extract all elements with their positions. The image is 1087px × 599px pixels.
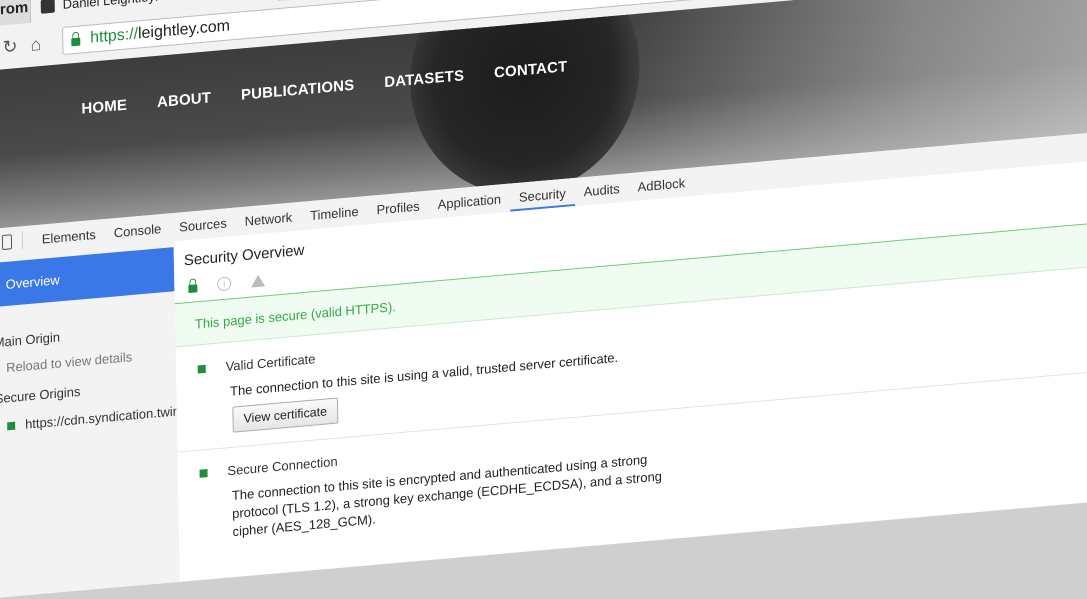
info-icon: i — [217, 276, 232, 292]
connection-title: Secure Connection — [227, 453, 338, 479]
lock-icon[interactable] — [71, 37, 81, 47]
favicon-icon — [40, 0, 55, 14]
toolbar-divider — [21, 231, 24, 250]
secure-status-icon — [197, 364, 206, 374]
main-origin-heading: Main Origin — [0, 329, 61, 351]
reload-hint: Reload to view details — [6, 349, 133, 376]
security-summary-icons: i — [188, 273, 266, 294]
screen: Chrom Daniel Leightley: Daniel Leightl ×… — [0, 0, 1087, 599]
secure-status-icon — [199, 469, 208, 478]
tab-audits[interactable]: Audits — [574, 174, 628, 206]
certificate-title: Valid Certificate — [225, 351, 316, 375]
sidebar-item-overview[interactable]: Overview — [0, 247, 175, 309]
secure-message: This page is secure (valid HTTPS). — [194, 299, 396, 332]
nav-about[interactable]: ABOUT — [157, 89, 211, 111]
url-host: leightley.com — [137, 17, 231, 43]
hero-photo — [408, 0, 642, 205]
reload-icon[interactable]: ↻ — [2, 36, 17, 58]
security-sidebar: Overview Main Origin Reload to view deta… — [0, 241, 201, 599]
sidebar-item-origin[interactable]: https://cdn.syndication.twimg.c — [7, 401, 201, 433]
url-scheme: https:// — [90, 25, 139, 47]
lock-icon — [188, 284, 198, 294]
secure-origins-heading: Secure Origins — [0, 383, 81, 407]
sidebar-item-label: Overview — [5, 271, 60, 292]
warning-icon — [251, 274, 266, 288]
nav-publications[interactable]: PUBLICATIONS — [241, 77, 355, 104]
page-title: Security Overview — [183, 241, 305, 270]
home-icon[interactable]: ⌂ — [30, 34, 41, 56]
security-summary: This page is secure (valid HTTPS). — [174, 217, 1087, 348]
view-certificate-button[interactable]: View certificate — [232, 397, 339, 433]
device-toolbar-icon[interactable] — [1, 233, 13, 250]
origin-url: https://cdn.syndication.twimg.c — [24, 401, 201, 432]
app-name: Chrom — [0, 0, 29, 21]
nav-home[interactable]: HOME — [81, 97, 127, 118]
secure-status-icon — [7, 421, 16, 430]
